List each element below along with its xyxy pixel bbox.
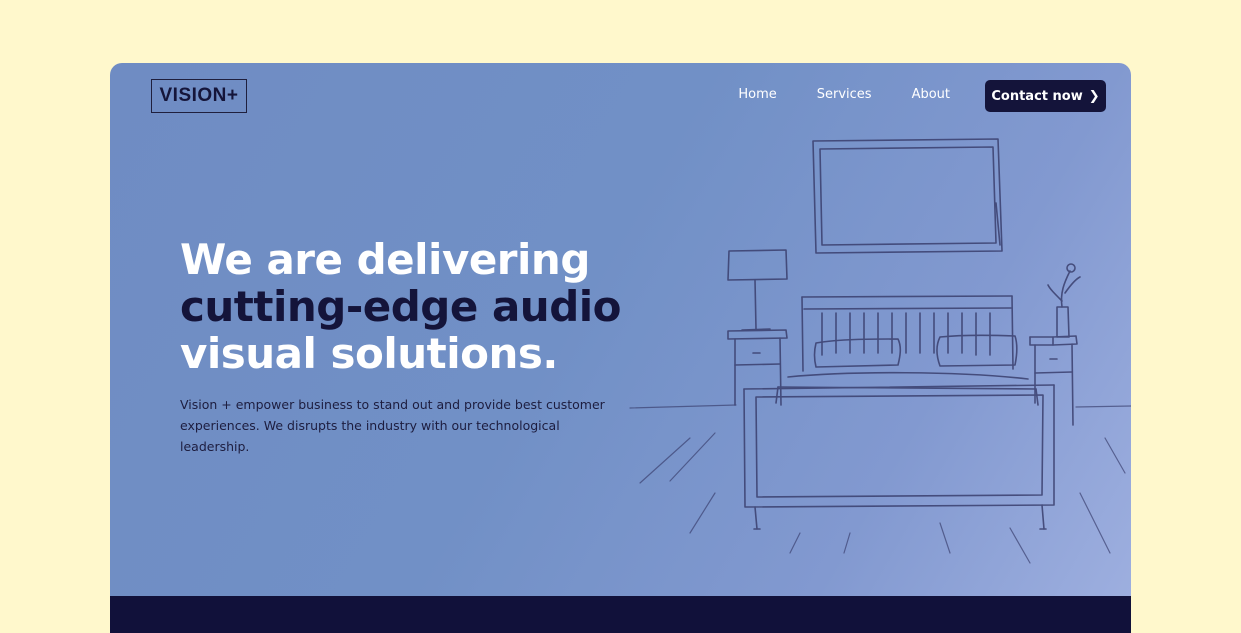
dark-footer-band — [110, 596, 1131, 633]
hero-description: Vision + empower business to stand out a… — [180, 397, 605, 454]
headline-line-3: visual solutions. — [180, 329, 558, 378]
nav-about-link[interactable]: About — [912, 87, 950, 102]
plant-sketch — [1047, 263, 1081, 338]
headline-line-2: cutting-edge audio — [180, 282, 622, 331]
main-nav: Home Services About — [738, 87, 950, 102]
contact-now-button[interactable]: Contact now ❯ — [985, 80, 1106, 112]
footboard-sketch — [743, 384, 1055, 530]
nav-services-link[interactable]: Services — [817, 87, 872, 102]
contact-now-label: Contact now — [991, 88, 1083, 104]
logo[interactable]: VISION+ — [151, 79, 247, 113]
bedroom-sketch-illustration — [629, 138, 1131, 564]
floor-lines-sketch — [629, 404, 1131, 564]
headline-line-1: We are delivering — [180, 235, 590, 284]
lamp-sketch — [727, 249, 788, 331]
pillows-sketch — [813, 334, 1018, 368]
left-nightstand-sketch — [727, 329, 788, 406]
picture-frame-sketch — [812, 138, 1003, 254]
hero-section: VISION+ Home Services About Contact now … — [110, 63, 1131, 633]
hero-headline: We are delivering cutting-edge audio vis… — [180, 236, 660, 377]
nav-home-link[interactable]: Home — [738, 87, 776, 102]
chevron-right-icon: ❯ — [1088, 88, 1100, 104]
headboard-sketch — [801, 295, 1014, 372]
